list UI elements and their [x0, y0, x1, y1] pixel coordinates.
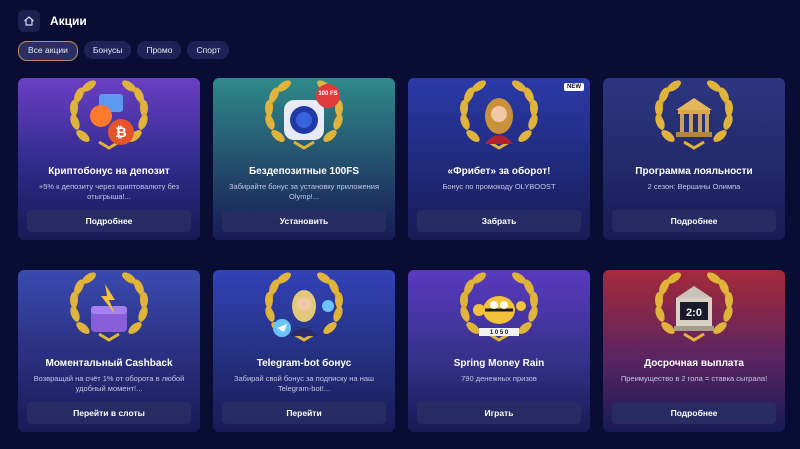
- claim-button[interactable]: Забрать: [417, 210, 581, 232]
- card-title: «Фрибет» за оборот!: [447, 166, 551, 177]
- go-button[interactable]: Перейти: [222, 402, 386, 424]
- card-title: Бездепозитные 100FS: [248, 166, 360, 177]
- promo-card: 100 FS Бездепозитные 100FS Забирайте бон…: [213, 78, 395, 240]
- promo-card: 1 0 5 0 Spring Money Rain 790 денежных п…: [408, 270, 590, 432]
- promo-card: Моментальный Cashback Возвращай на счёт …: [18, 270, 200, 432]
- card-description: 2 сезон: Вершины Олимпа: [647, 182, 741, 191]
- install-button[interactable]: Установить: [222, 210, 386, 232]
- page-title: Акции: [50, 14, 87, 28]
- card-description: Забирай свой бонус за подписку на наш Te…: [233, 374, 375, 393]
- details-button[interactable]: Подробнее: [27, 210, 191, 232]
- card-description: Возвращай на счёт 1% от оборота в любой …: [33, 374, 185, 393]
- go-to-slots-button[interactable]: Перейти в слоты: [27, 402, 191, 424]
- bee-icon: 1 0 5 0: [457, 270, 541, 342]
- page-header: Акции: [18, 10, 87, 32]
- fs-badge-label: 100 FS: [318, 91, 337, 97]
- score-label: 2:0: [686, 307, 702, 319]
- card-title: Досрочная выплата: [644, 358, 744, 369]
- home-button[interactable]: [18, 10, 40, 32]
- card-title: Telegram-bot бонус: [256, 358, 352, 369]
- promo-card: NEW «Фрибет» за оборот! Бонус по промоко…: [408, 78, 590, 240]
- crypto-coins-icon: ₿: [67, 78, 151, 150]
- promo-card: Программа лояльности 2 сезон: Вершины Ол…: [603, 78, 785, 240]
- card-description: Преимущество в 2 гола = ставка сыграла!: [620, 374, 768, 383]
- woman-icon: [457, 78, 541, 150]
- temple-icon: [652, 78, 736, 150]
- promo-card: 2:0 Досрочная выплата Преимущество в 2 г…: [603, 270, 785, 432]
- new-badge: NEW: [564, 83, 584, 91]
- scoreboard-icon: 2:0: [652, 270, 736, 342]
- telegram-icon: [262, 270, 346, 342]
- card-description: Бонус по промокоду OLYBOOST: [442, 182, 556, 191]
- app-badge-icon: 100 FS: [262, 78, 346, 150]
- card-description: Забирайте бонус за установку приложения …: [228, 182, 380, 201]
- filter-tabs: Все акции Бонусы Промо Спорт: [18, 41, 230, 61]
- filter-promo[interactable]: Промо: [137, 41, 182, 59]
- filter-bonuses[interactable]: Бонусы: [83, 41, 132, 59]
- card-title: Программа лояльности: [635, 166, 753, 177]
- wallet-icon: [67, 270, 151, 342]
- card-title: Криптобонус на депозит: [48, 166, 170, 177]
- card-description: +5% к депозиту через криптовалюту без от…: [38, 182, 180, 201]
- card-title: Spring Money Rain: [453, 358, 545, 369]
- details-button[interactable]: Подробнее: [612, 210, 776, 232]
- details-button[interactable]: Подробнее: [612, 402, 776, 424]
- filter-sport[interactable]: Спорт: [187, 41, 230, 59]
- card-title: Моментальный Cashback: [45, 358, 173, 369]
- promo-card: ₿ Криптобонус на депозит +5% к депозиту …: [18, 78, 200, 240]
- home-icon: [24, 16, 34, 26]
- promo-card: Telegram-bot бонус Забирай свой бонус за…: [213, 270, 395, 432]
- card-description: 790 денежных призов: [461, 374, 537, 383]
- svg-text:₿: ₿: [115, 125, 126, 141]
- counter-label: 1 0 5 0: [490, 330, 509, 336]
- play-button[interactable]: Играть: [417, 402, 581, 424]
- filter-all[interactable]: Все акции: [18, 41, 78, 61]
